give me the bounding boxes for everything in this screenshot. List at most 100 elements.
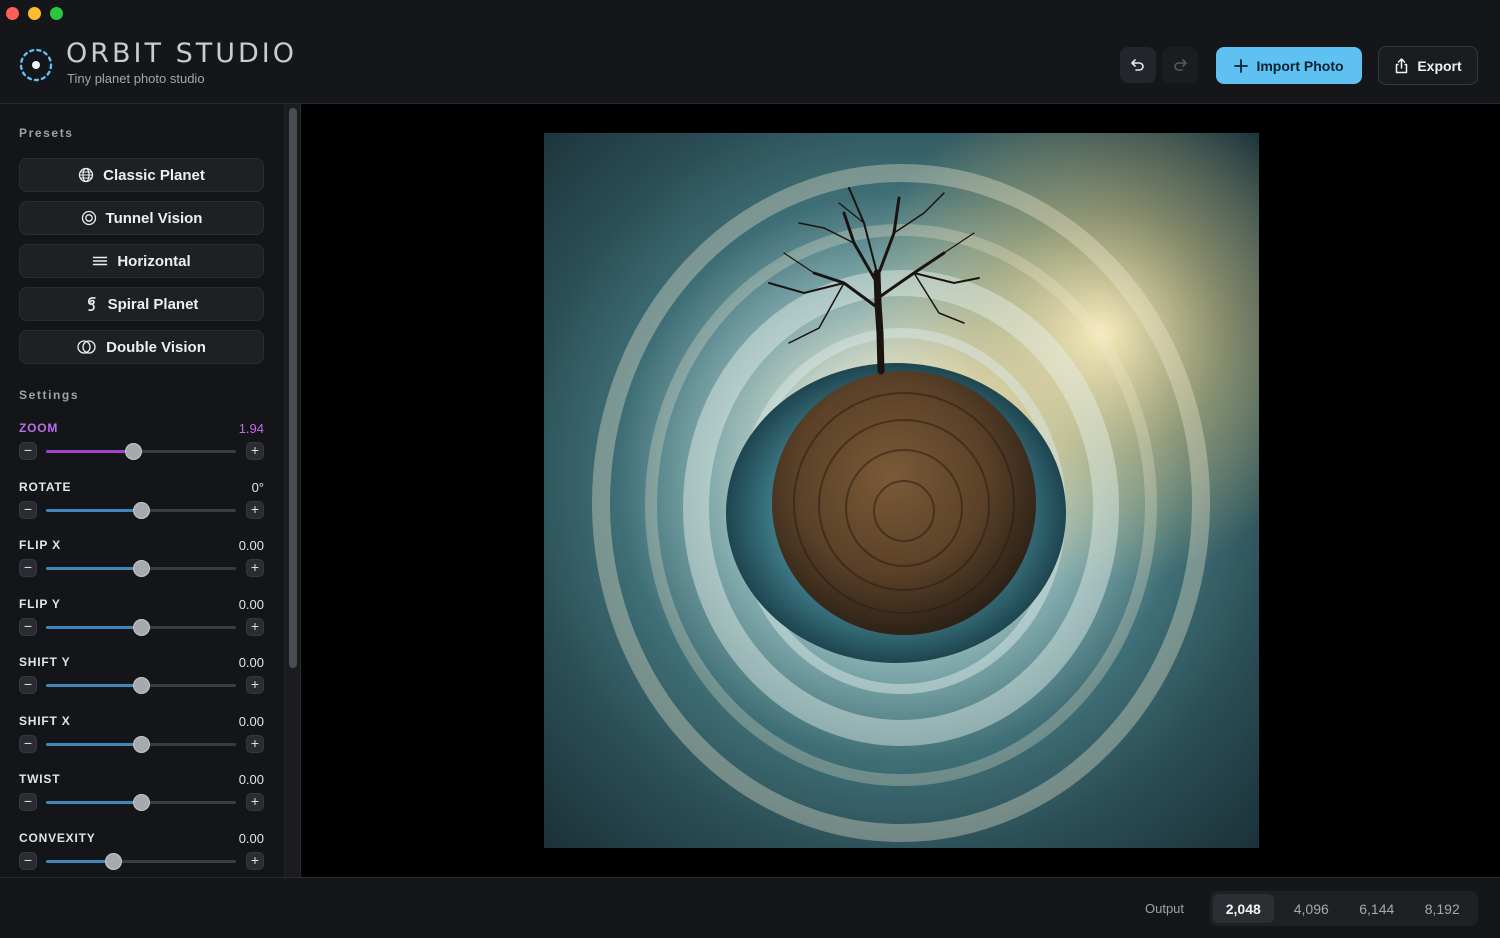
sidebar-scrollbar[interactable] xyxy=(284,104,301,877)
decrease-button[interactable]: − xyxy=(19,442,37,460)
setting-label: ROTATE xyxy=(19,479,72,494)
window-minimize-button[interactable] xyxy=(28,7,41,20)
export-button[interactable]: Export xyxy=(1378,46,1478,85)
slider-thumb[interactable] xyxy=(105,852,122,870)
output-size-option[interactable]: 6,144 xyxy=(1344,894,1409,923)
window-maximize-button[interactable] xyxy=(50,7,63,20)
setting-slider[interactable] xyxy=(46,677,236,694)
preset-label: Horizontal xyxy=(117,252,191,270)
decrease-button[interactable]: − xyxy=(19,500,37,519)
app-header: ORBIT STUDIO Tiny planet photo studio Im… xyxy=(0,0,1500,104)
output-label: Output xyxy=(1145,901,1185,916)
increase-button[interactable]: + xyxy=(246,851,264,870)
increase-button[interactable]: + xyxy=(246,734,264,753)
setting-label: CONVEXITY xyxy=(19,830,96,845)
setting-slider[interactable] xyxy=(46,735,236,753)
plus-icon xyxy=(1234,58,1249,73)
slider-thumb[interactable] xyxy=(133,735,150,753)
increase-button[interactable]: + xyxy=(246,676,264,694)
setting-slider[interactable] xyxy=(46,794,236,811)
increase-button[interactable]: + xyxy=(246,442,264,460)
setting-label: FLIP X xyxy=(19,538,61,552)
setting-value: 0.00 xyxy=(238,713,264,729)
decrease-button[interactable]: − xyxy=(19,734,37,753)
spiral-icon xyxy=(87,297,96,311)
setting-convexity: CONVEXITY 0.00 − + xyxy=(19,831,264,878)
decrease-button[interactable]: − xyxy=(19,617,37,636)
slider-fill xyxy=(46,567,141,570)
slider-fill xyxy=(46,742,141,746)
window-controls xyxy=(6,7,63,20)
preset-classic-planet[interactable]: Classic Planet xyxy=(19,158,264,192)
slider-fill xyxy=(46,859,113,863)
app-title: ORBIT STUDIO xyxy=(66,38,297,69)
increase-button[interactable]: + xyxy=(246,793,264,811)
slider-fill xyxy=(46,684,141,687)
import-photo-label: Import Photo xyxy=(1256,57,1344,74)
target-icon xyxy=(81,210,96,226)
share-icon xyxy=(1396,57,1408,73)
increase-button[interactable]: + xyxy=(246,500,264,519)
setting-shift-x: SHIFT X 0.00 − + xyxy=(19,714,264,764)
tiny-planet-preview-image[interactable] xyxy=(544,133,1259,848)
settings-heading: Settings xyxy=(19,388,80,402)
setting-slider[interactable] xyxy=(46,618,236,636)
decrease-button[interactable]: − xyxy=(19,793,37,811)
slider-thumb[interactable] xyxy=(133,794,150,811)
output-size-option[interactable]: 8,192 xyxy=(1410,894,1475,923)
slider-thumb[interactable] xyxy=(133,560,150,577)
redo-icon xyxy=(1174,59,1187,71)
scrollbar-thumb[interactable] xyxy=(289,108,297,668)
double-circle-icon xyxy=(77,340,96,354)
lines-icon xyxy=(93,256,108,266)
increase-button[interactable]: + xyxy=(246,617,264,636)
setting-value: 0° xyxy=(251,479,264,495)
slider-thumb[interactable] xyxy=(125,443,142,460)
decrease-button[interactable]: − xyxy=(19,559,37,577)
slider-thumb[interactable] xyxy=(133,501,150,519)
slider-fill xyxy=(46,801,141,804)
preset-label: Classic Planet xyxy=(103,166,205,184)
setting-value: 1.94 xyxy=(238,421,264,436)
import-photo-button[interactable]: Import Photo xyxy=(1216,47,1362,84)
setting-slider[interactable] xyxy=(46,501,236,519)
globe-icon xyxy=(78,167,94,183)
app-subtitle: Tiny planet photo studio xyxy=(67,71,205,86)
decrease-button[interactable]: − xyxy=(19,851,37,870)
setting-value: 0.00 xyxy=(238,772,264,787)
undo-button[interactable] xyxy=(1120,47,1156,83)
sidebar: Presets Classic Planet Tunnel Vision Hor… xyxy=(0,104,284,877)
slider-thumb[interactable] xyxy=(133,618,150,636)
preset-horizontal[interactable]: Horizontal xyxy=(19,244,264,278)
undo-icon xyxy=(1131,59,1144,71)
window-close-button[interactable] xyxy=(6,7,19,20)
redo-button[interactable] xyxy=(1162,47,1198,83)
setting-label: SHIFT X xyxy=(19,713,71,728)
slider-thumb[interactable] xyxy=(133,677,150,694)
preset-tunnel-vision[interactable]: Tunnel Vision xyxy=(19,201,264,235)
export-label: Export xyxy=(1417,57,1462,74)
preset-spiral-planet[interactable]: Spiral Planet xyxy=(19,287,264,321)
slider-fill xyxy=(46,508,141,512)
output-bar: Output 2,048 4,096 6,144 8,192 xyxy=(0,877,1500,938)
setting-twist: TWIST 0.00 − + xyxy=(19,772,264,822)
output-size-option[interactable]: 4,096 xyxy=(1279,894,1344,923)
output-size-selector: 2,048 4,096 6,144 8,192 xyxy=(1210,891,1478,926)
preset-label: Double Vision xyxy=(106,338,206,356)
setting-zoom: ZOOM 1.94 − + xyxy=(19,421,264,471)
slider-fill xyxy=(46,625,141,629)
setting-slider[interactable] xyxy=(46,560,236,577)
increase-button[interactable]: + xyxy=(246,559,264,577)
setting-slider[interactable] xyxy=(46,852,236,870)
preview-canvas xyxy=(301,104,1500,877)
setting-value: 0.00 xyxy=(238,538,264,553)
decrease-button[interactable]: − xyxy=(19,676,37,694)
preset-label: Tunnel Vision xyxy=(105,209,203,227)
output-size-option[interactable]: 2,048 xyxy=(1213,894,1274,923)
setting-slider[interactable] xyxy=(46,443,236,460)
setting-label: FLIP Y xyxy=(19,596,61,611)
preset-label: Spiral Planet xyxy=(107,295,199,313)
preset-double-vision[interactable]: Double Vision xyxy=(19,330,264,364)
presets-heading: Presets xyxy=(19,126,74,140)
setting-shift-y: SHIFT Y 0.00 − + xyxy=(19,655,264,705)
